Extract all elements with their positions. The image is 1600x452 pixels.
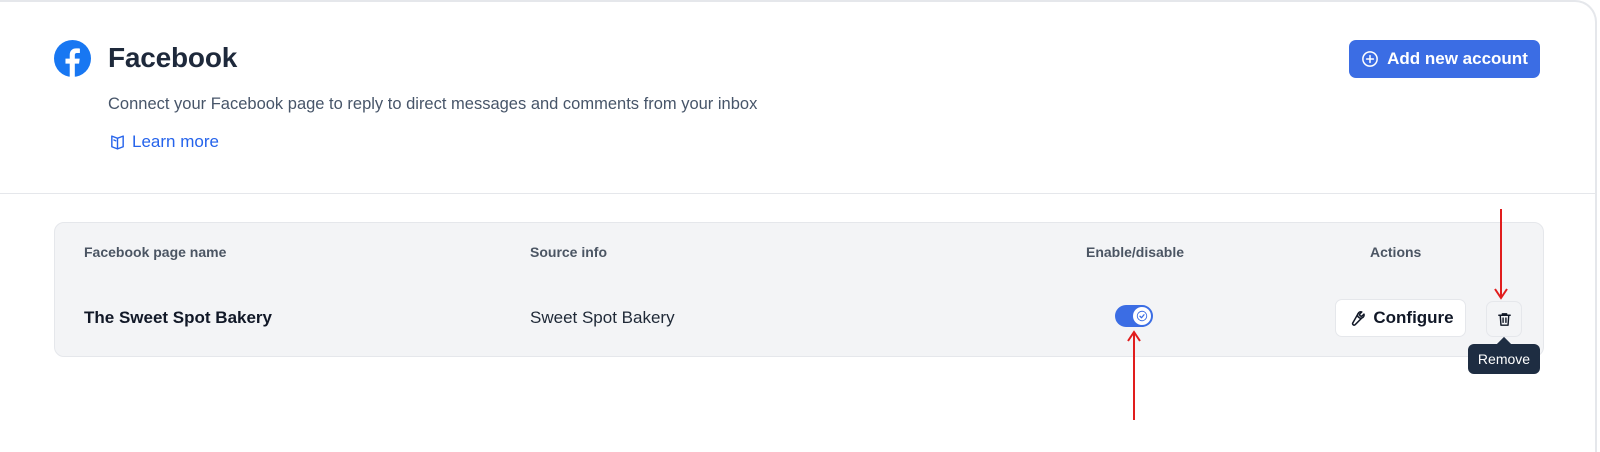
trash-icon	[1497, 312, 1511, 326]
source-info-cell: Sweet Spot Bakery	[530, 308, 675, 327]
configure-button[interactable]: Configure	[1335, 299, 1466, 337]
check-icon	[1136, 310, 1148, 322]
accounts-table	[54, 222, 1544, 357]
remove-button[interactable]	[1486, 301, 1522, 337]
page-description: Connect your Facebook page to reply to d…	[108, 95, 758, 113]
add-new-account-label: Add new account	[1387, 49, 1528, 68]
remove-tooltip: Remove	[1468, 344, 1540, 374]
wrench-icon	[1352, 311, 1366, 326]
configure-label: Configure	[1373, 308, 1454, 327]
learn-more-link[interactable]: Learn more	[109, 132, 219, 152]
plus-circle-icon	[1362, 51, 1378, 67]
annotation-arrow-up	[1127, 330, 1141, 420]
facebook-logo-icon	[54, 40, 91, 77]
column-header-source-info: Source info	[530, 244, 608, 260]
toggle-knob	[1133, 307, 1151, 325]
add-new-account-button[interactable]: Add new account	[1349, 40, 1540, 78]
book-icon	[111, 134, 124, 150]
column-header-enable-disable: Enable/disable	[1086, 244, 1185, 260]
enable-toggle[interactable]	[1115, 305, 1153, 327]
column-header-page-name: Facebook page name	[84, 244, 227, 260]
learn-more-label: Learn more	[132, 132, 219, 151]
page-name-cell: The Sweet Spot Bakery	[84, 308, 273, 327]
page-title: Facebook	[108, 42, 238, 73]
annotation-arrow-down	[1494, 209, 1508, 300]
column-header-actions: Actions	[1370, 244, 1422, 260]
header-section: Facebook Connect your Facebook page to r…	[0, 0, 1597, 194]
